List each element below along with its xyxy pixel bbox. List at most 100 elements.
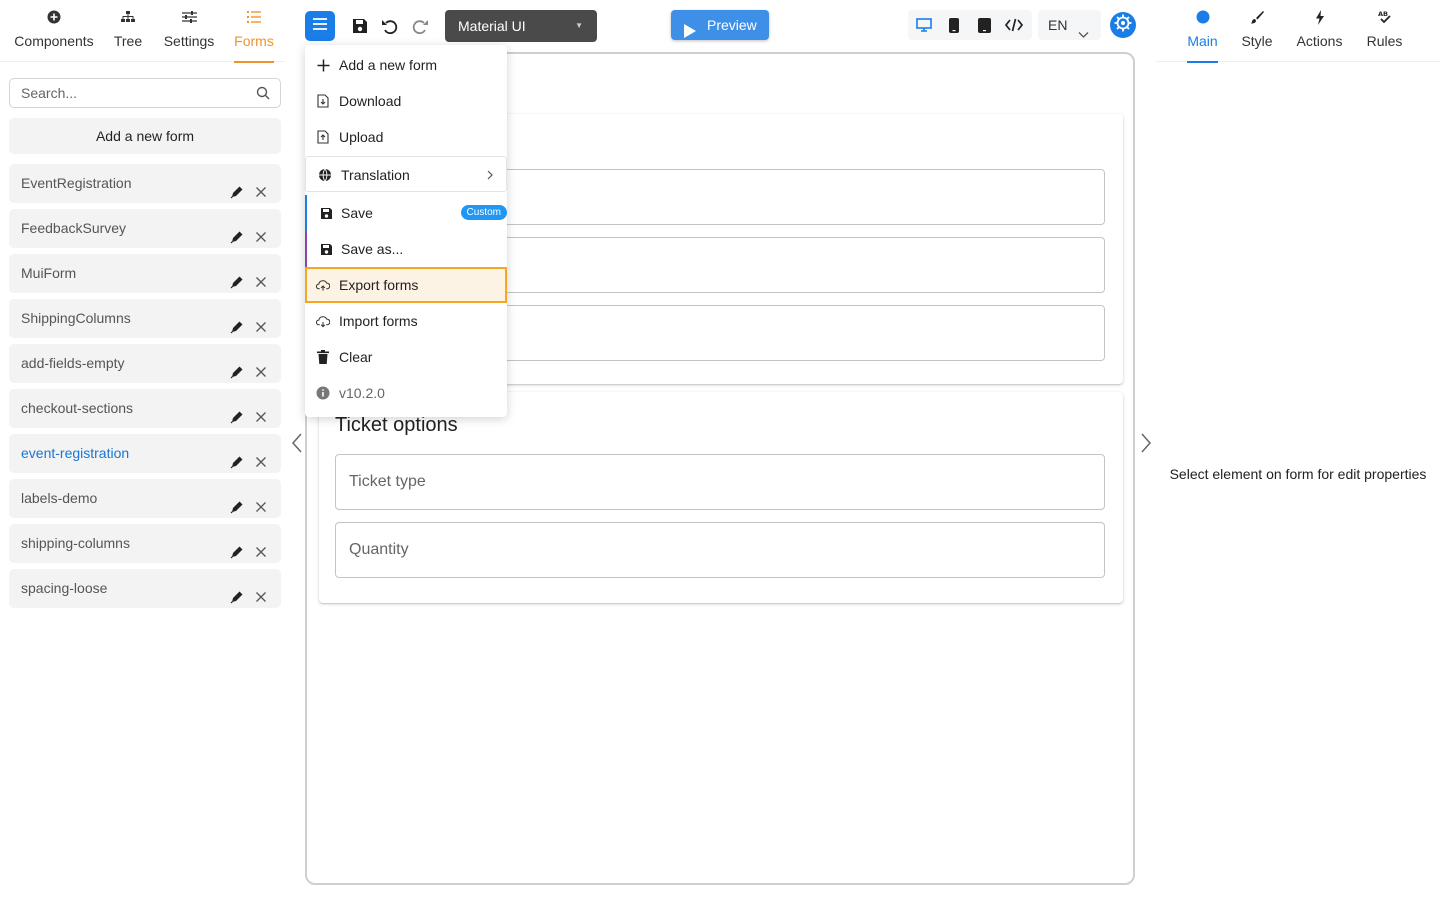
custom-badge: Custom <box>460 205 507 220</box>
circle-icon <box>1187 10 1218 28</box>
close-icon[interactable] <box>253 401 269 422</box>
list-item[interactable]: checkout-sections <box>9 389 281 428</box>
main-menu-button[interactable] <box>305 11 335 41</box>
list-item[interactable]: shipping-columns <box>9 524 281 563</box>
tab-rules-label: Rules <box>1366 33 1403 49</box>
svg-text:AB: AB <box>1378 10 1388 18</box>
edit-pencil-icon[interactable] <box>229 356 245 379</box>
info-icon <box>316 386 330 400</box>
gear-button[interactable] <box>1110 12 1136 38</box>
tab-style[interactable]: Style <box>1241 10 1273 49</box>
close-icon[interactable] <box>253 176 269 197</box>
tab-tree-label: Tree <box>113 33 143 49</box>
tab-actions-label: Actions <box>1296 33 1343 49</box>
language-select[interactable]: EN <box>1038 10 1101 40</box>
redo-icon[interactable] <box>409 15 431 37</box>
close-icon[interactable] <box>253 536 269 557</box>
ticket-type-field[interactable]: Ticket type <box>335 454 1105 510</box>
close-icon[interactable] <box>253 356 269 377</box>
menu-item-label: Clear <box>339 349 373 365</box>
preview-button[interactable]: Preview <box>671 10 769 40</box>
version-label: v10.2.0 <box>339 385 385 401</box>
close-icon[interactable] <box>253 311 269 332</box>
list-item[interactable]: EventRegistration <box>9 164 281 203</box>
close-icon[interactable] <box>253 446 269 467</box>
plus-icon <box>316 58 330 72</box>
menu-item-version: v10.2.0 <box>305 375 507 411</box>
undo-icon[interactable] <box>379 15 401 37</box>
tab-components-label: Components <box>14 33 94 49</box>
chevron-left-icon[interactable] <box>289 432 305 454</box>
list-item[interactable]: labels-demo <box>9 479 281 518</box>
list-item[interactable]: ShippingColumns <box>9 299 281 338</box>
tab-components[interactable]: Components <box>14 10 94 49</box>
menu-item-save[interactable]: Save Custom <box>305 195 507 231</box>
close-icon[interactable] <box>253 491 269 512</box>
search-icon[interactable] <box>256 86 270 105</box>
quantity-field[interactable]: Quantity <box>335 522 1105 578</box>
close-icon[interactable] <box>253 581 269 602</box>
list-item[interactable]: add-fields-empty <box>9 344 281 383</box>
rules-icon: AB <box>1366 10 1403 28</box>
edit-pencil-icon[interactable] <box>229 581 245 604</box>
form-name: spacing-loose <box>21 580 108 596</box>
menu-item-save-as[interactable]: Save as... <box>305 231 507 267</box>
tree-icon <box>113 10 143 28</box>
menu-item-label: Upload <box>339 129 384 145</box>
menu-item-label: Download <box>339 93 402 109</box>
mobile-icon[interactable] <box>943 15 965 35</box>
edit-pencil-icon[interactable] <box>229 446 245 469</box>
menu-item-import-forms[interactable]: Import forms <box>305 303 507 339</box>
edit-pencil-icon[interactable] <box>229 401 245 424</box>
brush-icon <box>1241 10 1273 28</box>
tab-tree[interactable]: Tree <box>113 10 143 49</box>
close-icon[interactable] <box>253 221 269 242</box>
tab-settings-label: Settings <box>163 33 215 49</box>
cloud-import-icon <box>316 314 330 328</box>
chevron-down-icon <box>1078 19 1089 49</box>
tab-main[interactable]: Main <box>1187 10 1218 63</box>
form-list: EventRegistration FeedbackSurvey MuiForm… <box>9 164 281 614</box>
edit-pencil-icon[interactable] <box>229 221 245 244</box>
search-input[interactable] <box>10 79 240 107</box>
menu-item-label: Save as... <box>341 241 404 257</box>
menu-item-upload[interactable]: Upload <box>305 119 507 155</box>
tab-rules[interactable]: AB Rules <box>1366 10 1403 49</box>
tab-actions[interactable]: Actions <box>1296 10 1343 49</box>
add-new-form-button[interactable]: Add a new form <box>9 118 281 154</box>
tab-forms[interactable]: Forms <box>234 10 274 63</box>
edit-pencil-icon[interactable] <box>229 266 245 289</box>
save-icon <box>319 242 333 256</box>
save-icon[interactable] <box>349 15 371 37</box>
list-item-active[interactable]: event-registration <box>9 434 281 473</box>
edit-pencil-icon[interactable] <box>229 311 245 334</box>
right-panel-tabs: Main Style Actions AB Rules <box>1156 0 1440 63</box>
sliders-icon <box>163 10 215 28</box>
desktop-icon[interactable] <box>913 15 935 35</box>
form-name: labels-demo <box>21 490 98 506</box>
list-item[interactable]: FeedbackSurvey <box>9 209 281 248</box>
theme-select[interactable]: Material UI ▼ <box>445 10 597 42</box>
menu-item-download[interactable]: Download <box>305 83 507 119</box>
tab-main-label: Main <box>1187 33 1218 49</box>
close-icon[interactable] <box>253 266 269 287</box>
menu-item-translation[interactable]: Translation <box>305 156 507 192</box>
search-field <box>9 78 281 108</box>
tab-forms-label: Forms <box>234 33 274 49</box>
menu-item-clear[interactable]: Clear <box>305 339 507 375</box>
menu-item-add-new-form[interactable]: Add a new form <box>305 47 507 83</box>
tab-settings[interactable]: Settings <box>163 10 215 49</box>
tablet-icon[interactable] <box>973 15 995 35</box>
edit-pencil-icon[interactable] <box>229 176 245 199</box>
main-menu-dropdown: Add a new form Download Upload Translati… <box>305 45 507 417</box>
tab-style-label: Style <box>1241 33 1273 49</box>
hamburger-icon <box>313 17 327 35</box>
menu-item-export-forms[interactable]: Export forms <box>305 267 507 303</box>
code-icon[interactable] <box>1003 15 1025 35</box>
chevron-right-icon[interactable] <box>1138 432 1154 454</box>
edit-pencil-icon[interactable] <box>229 536 245 559</box>
save-icon <box>319 206 333 220</box>
list-item[interactable]: spacing-loose <box>9 569 281 608</box>
edit-pencil-icon[interactable] <box>229 491 245 514</box>
list-item[interactable]: MuiForm <box>9 254 281 293</box>
